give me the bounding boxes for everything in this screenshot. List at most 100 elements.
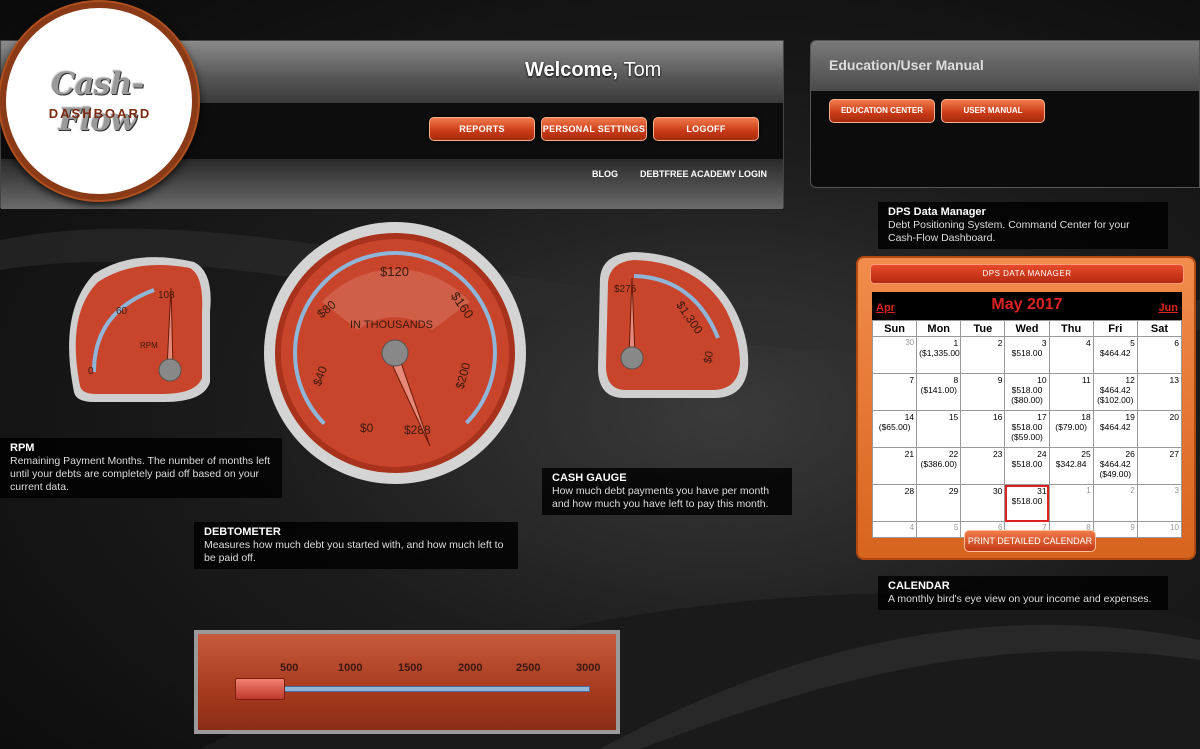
- calendar-amount: $464.42: [1099, 459, 1131, 469]
- rpm-tick-108: 108: [158, 290, 175, 301]
- calendar-day-cell[interactable]: 25 $342.84: [1048, 447, 1094, 485]
- calendar-day-cell[interactable]: 2: [1092, 484, 1138, 522]
- dps-info-text: Debt Positioning System. Command Center …: [888, 219, 1130, 244]
- calendar-day-cell[interactable]: 20: [1136, 410, 1183, 448]
- education-title: Education/User Manual: [829, 57, 984, 73]
- calendar-day-cell[interactable]: 31 $518.00: [1004, 484, 1050, 522]
- calendar-day-number: 11: [1081, 375, 1091, 385]
- rpm-hub: [158, 358, 182, 382]
- calendar-day-number: 5: [1130, 338, 1135, 348]
- logoff-button[interactable]: LOGOFF: [653, 117, 759, 141]
- calendar-day-cell[interactable]: 19 $464.42: [1092, 410, 1138, 448]
- calendar-body: 30 1 ($1,335.00) 2 3 $518.00 4 5 $464.42 6 7 8 ($141…: [871, 336, 1183, 538]
- calendar-day-cell[interactable]: 29: [916, 484, 962, 522]
- calendar-day-number: 9: [1130, 523, 1135, 532]
- calendar-day-number: 10: [1037, 375, 1047, 385]
- rpm-tick-60: 60: [116, 306, 128, 317]
- slider-tick-3000: 3000: [576, 662, 601, 674]
- slider-thumb[interactable]: [234, 678, 285, 700]
- calendar-day-number: 4: [1085, 338, 1091, 348]
- calendar-day-number: 1: [1086, 486, 1091, 495]
- debtometer-info-text: Measures how much debt you started with,…: [204, 539, 504, 564]
- calendar-amount: ($386.00): [920, 459, 957, 469]
- calendar-day-cell[interactable]: 4: [1048, 336, 1094, 374]
- calendar-day-number: 28: [904, 486, 915, 496]
- dps-data-manager-button[interactable]: DPS DATA MANAGER: [870, 264, 1184, 284]
- calendar-day-cell[interactable]: 24 $518.00: [1004, 447, 1050, 485]
- calendar-day-cell[interactable]: 30: [960, 484, 1006, 522]
- calendar-day-cell[interactable]: 9: [960, 373, 1006, 411]
- calendar-amount: $518.00: [1011, 385, 1043, 395]
- calendar-day-cell[interactable]: 1: [1048, 484, 1094, 522]
- calendar-day-number: 30: [992, 486, 1003, 496]
- calendar-amount: ($65.00): [878, 422, 911, 432]
- education-center-button[interactable]: EDUCATION CENTER: [829, 99, 935, 123]
- calendar-day-cell[interactable]: 3 $518.00: [1004, 336, 1050, 374]
- calendar-info-text: A monthly bird's eye view on your income…: [888, 593, 1152, 605]
- calendar-day-cell[interactable]: 7: [871, 373, 918, 411]
- calendar-week: 7 8 ($141.00) 9 10 $518.00 ($80.00) 11 12 $464.42…: [871, 373, 1183, 411]
- calendar-day-cell[interactable]: 13: [1136, 373, 1183, 411]
- calendar-day-cell[interactable]: 11: [1048, 373, 1094, 411]
- calendar-day-cell[interactable]: 18 ($79.00): [1048, 410, 1094, 448]
- calendar-panel: DPS DATA MANAGER Apr May 2017 Jun Sun Mon…: [856, 256, 1196, 560]
- calendar-day-number: 3: [1041, 338, 1047, 348]
- calendar-day-cell[interactable]: 5: [916, 521, 962, 538]
- slider-tick-1000: 1000: [338, 662, 363, 674]
- calendar-day-number: 9: [997, 375, 1003, 385]
- reports-button[interactable]: REPORTS: [429, 117, 535, 141]
- calendar-day-number: 6: [1174, 338, 1179, 348]
- calendar-day-cell[interactable]: 23: [960, 447, 1006, 485]
- calendar-day-cell[interactable]: 1 ($1,335.00): [916, 336, 962, 374]
- debt-slider: 500 1000 1500 2000 2500 3000: [194, 630, 620, 734]
- calendar-day-cell[interactable]: 10 $518.00 ($80.00): [1004, 373, 1050, 411]
- calendar-amount: ($102.00): [1097, 395, 1134, 405]
- cash-tick-275: $275: [614, 284, 637, 295]
- calendar-day-cell[interactable]: 26 $464.42 ($49.00): [1092, 447, 1138, 485]
- print-calendar-button[interactable]: PRINT DETAILED CALENDAR: [964, 530, 1096, 552]
- next-month-link[interactable]: Jun: [1158, 302, 1178, 314]
- debtometer-tick-288: $288: [404, 423, 431, 437]
- calendar-day-cell[interactable]: 21: [871, 447, 918, 485]
- slider-tick-1500: 1500: [398, 662, 423, 674]
- blog-link[interactable]: BLOG: [592, 169, 618, 179]
- calendar-amount: ($141.00): [920, 385, 957, 395]
- calendar-amount: $464.42: [1099, 348, 1131, 358]
- slider-track: [284, 686, 590, 692]
- calendar-amount: $464.42: [1099, 385, 1131, 395]
- calendar-day-cell[interactable]: 14 ($65.00): [871, 410, 918, 448]
- calendar-day-cell[interactable]: 8 ($141.00): [916, 373, 962, 411]
- dps-info-box: DPS Data Manager Debt Positioning System…: [878, 202, 1168, 249]
- debtfree-academy-login-link[interactable]: DEBTFREE ACADEMY LOGIN: [640, 169, 767, 179]
- calendar-day-cell[interactable]: 10: [1136, 521, 1183, 538]
- calendar-day-cell[interactable]: 16: [960, 410, 1006, 448]
- calendar-day-number: 1: [953, 338, 959, 348]
- calendar-day-cell[interactable]: 22 ($386.00): [916, 447, 962, 485]
- calendar-day-cell[interactable]: 27: [1136, 447, 1183, 485]
- calendar-day-number: 23: [992, 449, 1003, 459]
- calendar-day-cell[interactable]: 9: [1092, 521, 1138, 538]
- calendar-day-cell[interactable]: 5 $464.42: [1092, 336, 1138, 374]
- calendar-amount: $464.42: [1099, 422, 1131, 432]
- calendar-day-cell[interactable]: 28: [871, 484, 918, 522]
- calendar-day-cell[interactable]: 30: [871, 336, 918, 374]
- calendar-day-cell[interactable]: 4: [871, 521, 918, 538]
- calendar-day-cell[interactable]: 15: [916, 410, 962, 448]
- calendar-day-number: 16: [992, 412, 1003, 422]
- calendar-day-cell[interactable]: 6: [1136, 336, 1183, 374]
- calendar-day-cell[interactable]: 12 $464.42 ($102.00): [1092, 373, 1138, 411]
- calendar-day-number: 12: [1125, 375, 1135, 385]
- weekday-sat: Sat: [1136, 320, 1183, 337]
- calendar-grid: Sun Mon Tue Wed Thu Fri Sat 30 1 ($1,335.00) 2 3 $5…: [871, 320, 1183, 538]
- debtometer-hub: [381, 339, 409, 367]
- debtometer-info-title: DEBTOMETER: [204, 526, 281, 538]
- calendar-amount: ($80.00): [1011, 395, 1043, 405]
- user-manual-button[interactable]: USER MANUAL: [941, 99, 1045, 123]
- calendar-day-cell[interactable]: 2: [960, 336, 1006, 374]
- calendar-day-cell[interactable]: 17 $518.00 ($59.00): [1004, 410, 1050, 448]
- calendar-day-cell[interactable]: 3: [1136, 484, 1183, 522]
- cash-gauge: $275 $1,300 $0: [598, 252, 749, 398]
- calendar-week: 21 22 ($386.00) 23 24 $518.00 25 $342.84 26 $464.…: [871, 447, 1183, 485]
- personal-settings-button[interactable]: PERSONAL SETTINGS: [541, 117, 647, 141]
- calendar-day-number: 8: [953, 375, 959, 385]
